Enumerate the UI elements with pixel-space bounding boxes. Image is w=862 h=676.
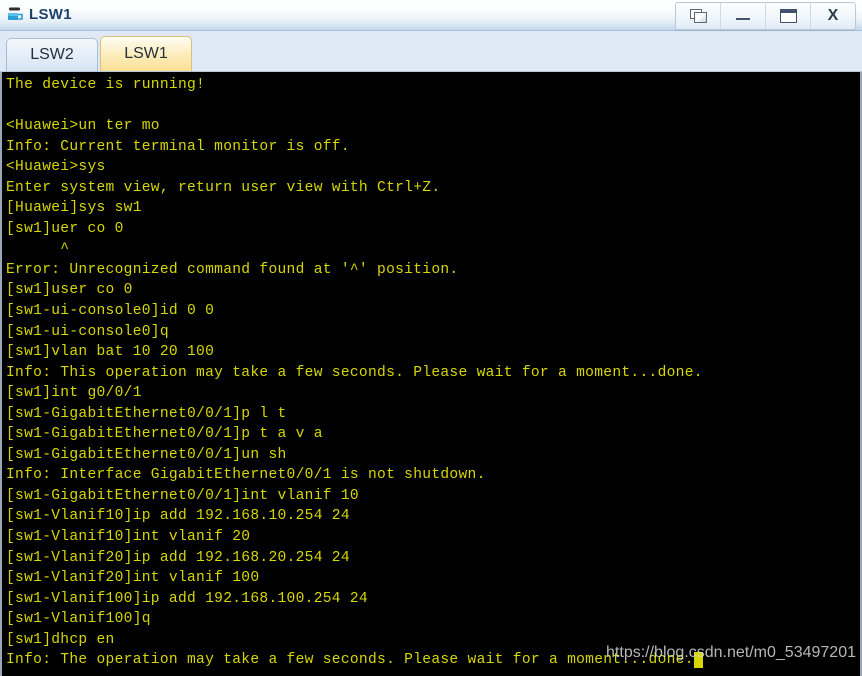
terminal-line: [sw1-GigabitEthernet0/0/1]p l t [6,405,287,422]
terminal-line: <Huawei>sys [6,159,106,176]
title-bar: LSW1 X [0,0,862,31]
title-bar-left: LSW1 [0,6,72,24]
terminal-output: The device is running! <Huawei>un ter mo… [6,75,860,676]
terminal-line: [sw1]int g0/0/1 [6,385,142,402]
tab-strip: LSW2 LSW1 [0,31,862,72]
terminal-line: [sw1]user co 0 [6,282,133,299]
terminal-line: [Huawei]sys sw1 [6,200,142,217]
terminal-line: [sw1-ui-console0]id 0 0 [6,303,215,320]
terminal-line: [sw1-GigabitEthernet0/0/1]int vlanif 10 [6,487,359,504]
emulator-window: LSW1 X LSW2 LSW1 The device is running! … [0,0,862,676]
terminal-panel[interactable]: The device is running! <Huawei>un ter mo… [0,72,862,676]
terminal-line: Enter system view, return user view with… [6,179,441,196]
close-icon: X [827,7,839,24]
terminal-line: [sw1-Vlanif20]int vlanif 100 [6,570,260,587]
terminal-line: [sw1-GigabitEthernet0/0/1]p t a v a [6,426,323,443]
terminal-cursor: _ [693,652,703,669]
terminal-line: [sw1]dhcp en [6,631,115,648]
minimize-button[interactable] [721,3,766,29]
window-controls: X [675,2,856,30]
maximize-button[interactable] [766,3,811,29]
terminal-line: [sw1-Vlanif20]ip add 192.168.20.254 24 [6,549,350,566]
maximize-icon [779,9,797,23]
terminal-line: [sw1-GigabitEthernet0/0/1]un sh [6,446,287,463]
terminal-line: [sw1]uer co 0 [6,220,124,237]
terminal-line: Info: Interface GigabitEthernet0/0/1 is … [6,467,486,484]
terminal-line: [sw1]vlan bat 10 20 100 [6,344,215,361]
tab-lsw2-label: LSW2 [30,46,74,63]
restore-button[interactable] [676,3,721,29]
minimize-icon [736,11,750,21]
terminal-line: ^ [6,241,70,258]
close-button[interactable]: X [811,3,855,29]
tab-lsw1-label: LSW1 [124,45,168,62]
tab-lsw1[interactable]: LSW1 [100,36,192,71]
terminal-line: <Huawei>un ter mo [6,118,160,135]
tab-lsw2[interactable]: LSW2 [6,38,98,71]
window-title: LSW1 [29,6,72,23]
terminal-line: Info: This operation may take a few seco… [6,364,703,381]
terminal-line: [sw1-Vlanif100]ip add 192.168.100.254 24 [6,590,368,607]
terminal-line: Error: Unrecognized command found at '^'… [6,261,459,278]
restore-icon [690,9,707,23]
terminal-line: The device is running! [6,77,206,93]
terminal-line: [sw1-Vlanif100]q [6,611,151,628]
terminal-line: Info: The operation may take a few secon… [6,652,703,669]
terminal-line: [sw1-ui-console0]q [6,323,169,340]
terminal-line: Info: Current terminal monitor is off. [6,138,350,155]
terminal-line: [sw1-Vlanif10]ip add 192.168.10.254 24 [6,508,350,525]
switch-device-icon [6,6,24,24]
terminal-line: [sw1-Vlanif10]int vlanif 20 [6,529,251,546]
